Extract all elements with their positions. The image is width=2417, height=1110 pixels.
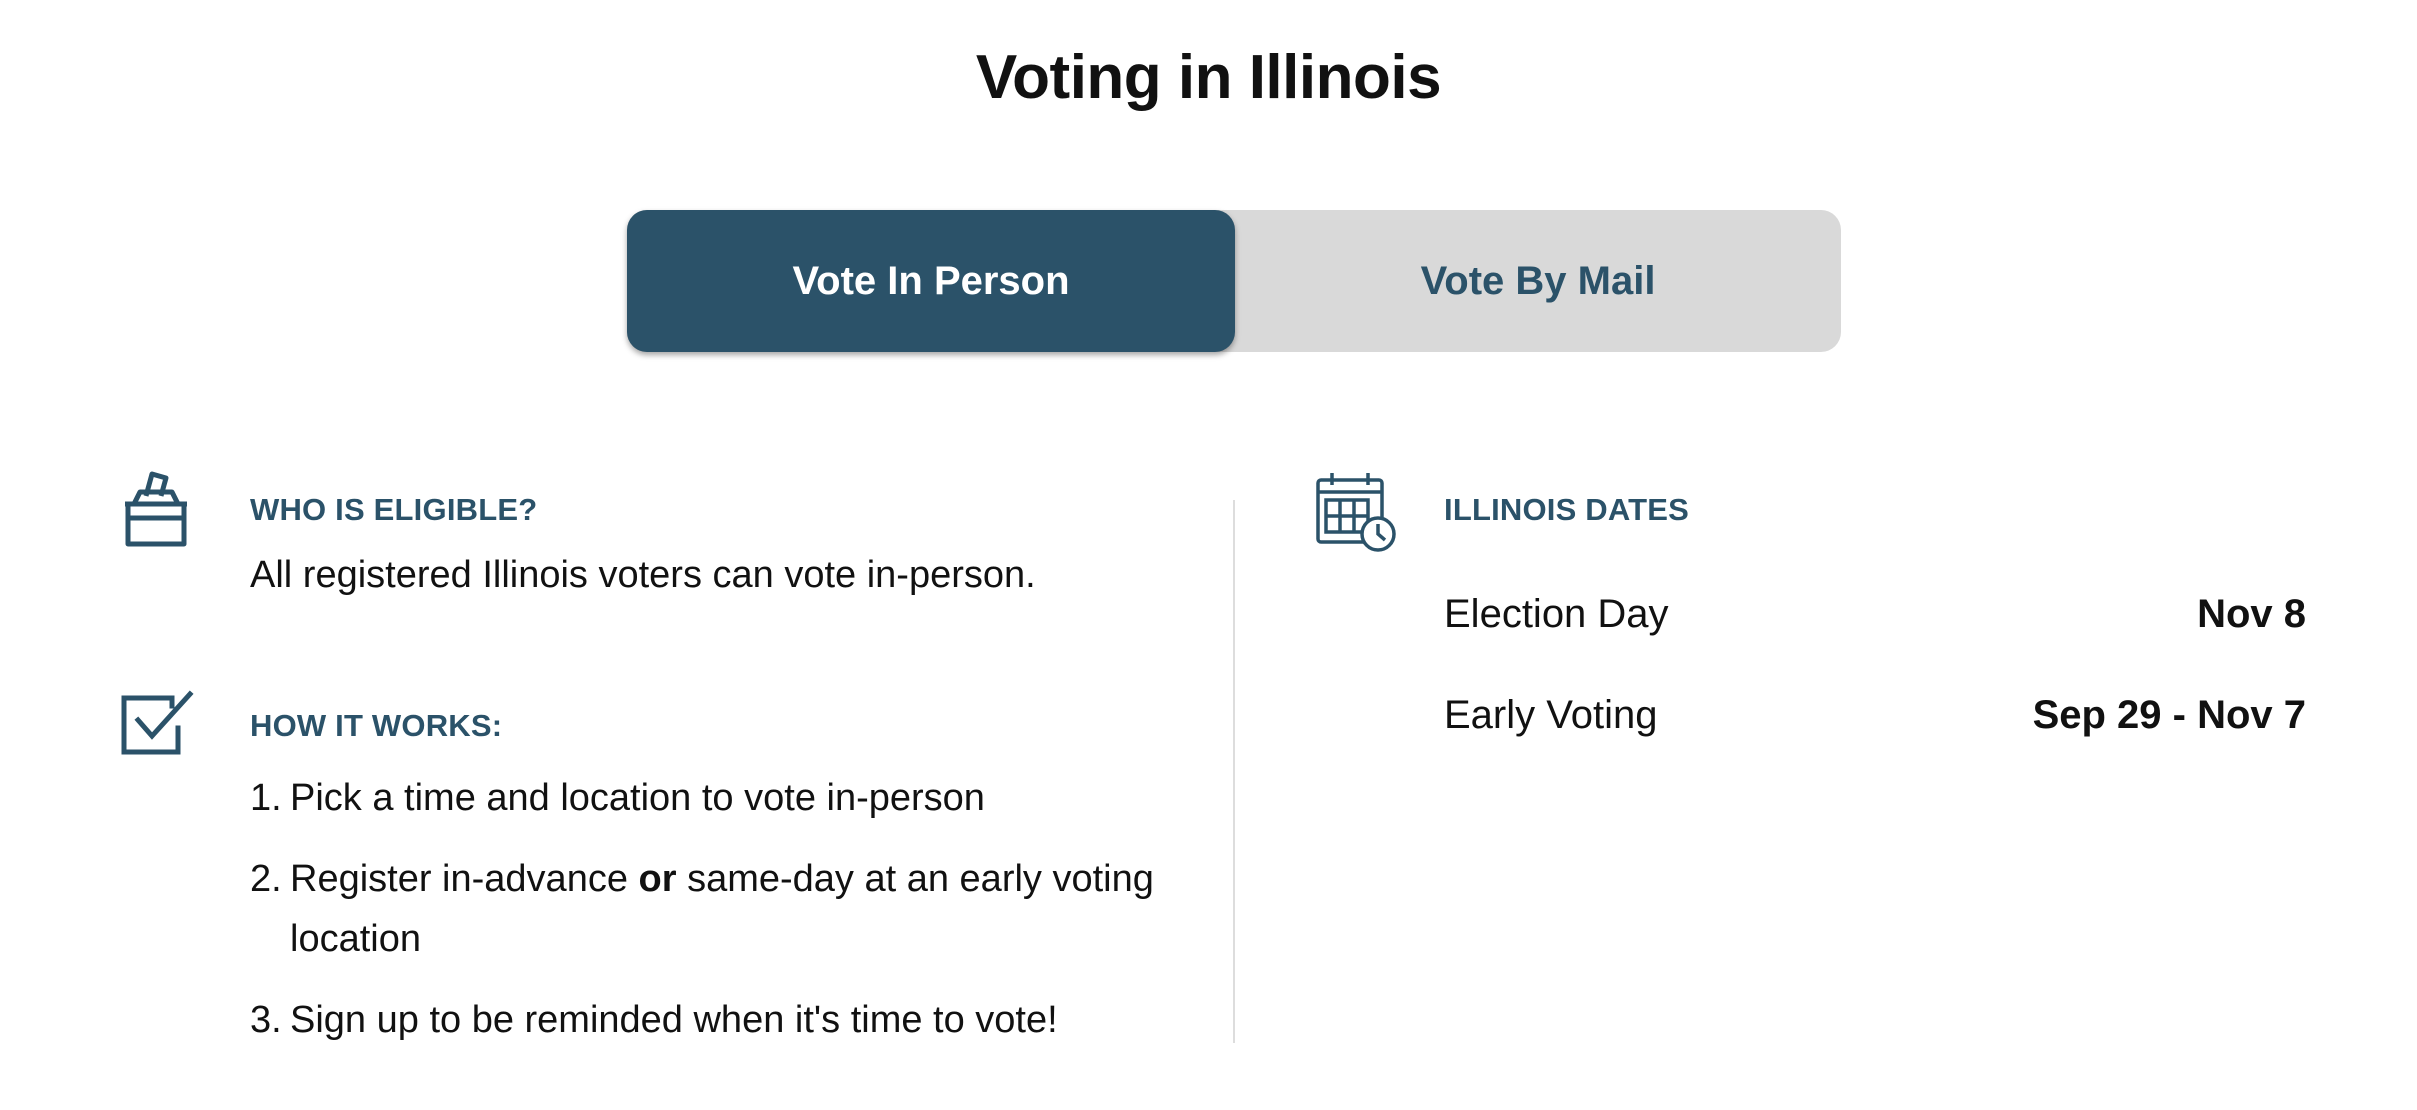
page-title: Voting in Illinois: [975, 43, 1442, 112]
column-divider: [1233, 500, 1235, 1043]
date-label: Election Day: [1444, 592, 1669, 636]
step-item: 2. Register in-advance or same-day at an…: [250, 849, 1210, 969]
date-row-early-voting: Early Voting Sep 29 - Nov 7: [1444, 693, 2306, 753]
step-text: Sign up to be reminded when it's time to…: [290, 999, 1058, 1041]
step-text-part: Register in-advance: [290, 858, 639, 900]
step-number: 3.: [250, 999, 282, 1041]
date-value: Sep 29 - Nov 7: [2032, 693, 2306, 737]
vote-in-person-label: Vote In Person: [792, 258, 1070, 303]
step-text: Pick a time and location to vote in-pers…: [290, 777, 985, 819]
dates-heading: ILLINOIS DATES: [1444, 492, 1690, 527]
checkbox-check-icon: [120, 690, 194, 756]
step-text-emphasis: or: [638, 858, 677, 900]
step-item: 3. Sign up to be reminded when it's time…: [250, 990, 1210, 1050]
step-number: 2.: [250, 858, 282, 900]
step-number: 1.: [250, 777, 282, 819]
steps-list: 1. Pick a time and location to vote in-p…: [250, 768, 1210, 1071]
calendar-clock-icon: [1314, 470, 1398, 554]
ballot-box-icon: [122, 470, 190, 548]
step-text: Register in-advance or same-day at an ea…: [290, 858, 1154, 960]
eligibility-text: All registered Illinois voters can vote …: [250, 554, 1036, 596]
eligibility-heading: WHO IS ELIGIBLE?: [250, 492, 538, 527]
date-label: Early Voting: [1444, 693, 1658, 737]
vote-by-mail-label: Vote By Mail: [1420, 258, 1656, 303]
vote-method-toggle: Vote In Person Vote By Mail: [627, 210, 1841, 352]
how-it-works-heading: HOW IT WORKS:: [250, 708, 503, 743]
date-row-election-day: Election Day Nov 8: [1444, 592, 2306, 652]
vote-in-person-tab[interactable]: Vote In Person: [627, 210, 1235, 352]
date-value: Nov 8: [2197, 592, 2306, 636]
vote-by-mail-tab[interactable]: Vote By Mail: [1235, 210, 1841, 352]
step-item: 1. Pick a time and location to vote in-p…: [250, 768, 1210, 828]
